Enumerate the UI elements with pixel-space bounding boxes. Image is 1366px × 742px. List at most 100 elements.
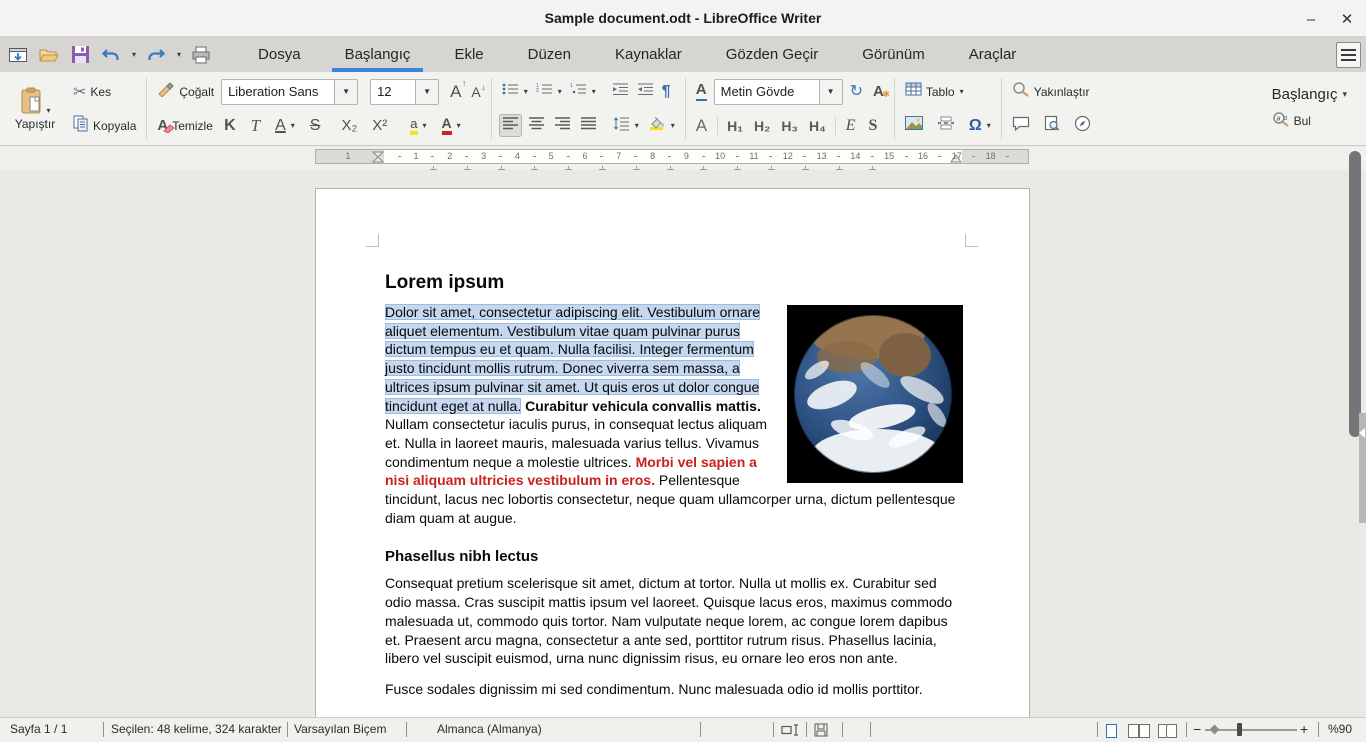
strikethrough-button[interactable]: S xyxy=(307,116,324,136)
word-count-status[interactable]: Seçilen: 48 kelime, 324 karakter xyxy=(111,722,282,736)
multi-page-view-icon[interactable] xyxy=(1128,724,1139,738)
selection-mode-icon[interactable] xyxy=(781,724,801,739)
tab-gözden-geçir[interactable]: Gözden Geçir xyxy=(713,37,832,72)
print-icon[interactable] xyxy=(190,44,212,66)
tab-görünüm[interactable]: Görünüm xyxy=(849,37,938,72)
underline-button[interactable]: A▾ xyxy=(272,116,298,136)
paragraph-style-dropdown-arrow[interactable]: ▼ xyxy=(819,79,843,105)
superscript-button[interactable]: X² xyxy=(369,115,390,136)
zoom-level-status[interactable]: %90 xyxy=(1328,722,1352,736)
page-count-status[interactable]: Sayfa 1 / 1 xyxy=(10,722,67,736)
paragraph-background-button[interactable]: ▾ xyxy=(645,114,678,138)
clear-formatting-button[interactable]: A Temizle xyxy=(154,115,216,136)
subscript-button[interactable]: X₂ xyxy=(338,115,360,136)
cut-button[interactable]: ✂ Kes xyxy=(70,80,114,104)
strong-style-button[interactable]: S xyxy=(866,116,881,136)
undo-dropdown-arrow[interactable]: ▾ xyxy=(132,50,136,59)
zoom-button[interactable]: Yakınlaştır xyxy=(1009,79,1093,104)
paste-button[interactable]: ▾ Yapıştır xyxy=(6,72,64,145)
copy-button[interactable]: Kopyala xyxy=(70,113,139,139)
paragraph-2[interactable]: Consequat pretium scelerisque sit amet, … xyxy=(385,574,963,668)
bullet-list-dropdown-arrow[interactable]: ▾ xyxy=(524,87,528,96)
formatting-marks-button[interactable]: ¶ xyxy=(659,81,674,103)
heading4-style-button[interactable]: H₄ xyxy=(807,118,828,134)
font-size-dropdown-arrow[interactable]: ▼ xyxy=(415,79,439,105)
undo-icon[interactable] xyxy=(100,44,122,66)
tab-kaynaklar[interactable]: Kaynaklar xyxy=(602,37,695,72)
paragraph-1[interactable]: Dolor sit amet, consectetur adipiscing e… xyxy=(385,303,963,527)
bold-run[interactable]: Curabitur vehicula convallis mattis. xyxy=(521,398,761,414)
outline-list-dropdown-arrow[interactable]: ▾ xyxy=(592,87,596,96)
document-page[interactable]: Lorem ipsum xyxy=(315,188,1030,717)
document-content[interactable]: Lorem ipsum xyxy=(385,246,963,711)
horizontal-ruler[interactable]: 1123456789101112131415161718 xyxy=(315,149,1029,164)
paragraph-style-combo[interactable]: Metin Gövde ▼ xyxy=(714,79,843,105)
zoom-out-button[interactable]: − xyxy=(1193,721,1201,737)
document-modified-icon[interactable] xyxy=(814,723,828,740)
update-style-button[interactable]: ↻ xyxy=(847,82,866,102)
clone-formatting-button[interactable]: Çoğalt xyxy=(154,79,217,104)
redo-dropdown-arrow[interactable]: ▾ xyxy=(177,50,181,59)
table-button[interactable]: Tablo ▾ xyxy=(902,80,967,103)
new-style-button[interactable]: A ✱ xyxy=(870,81,887,102)
insert-image-button[interactable] xyxy=(902,114,926,137)
open-icon[interactable] xyxy=(38,44,60,66)
book-view-icon2[interactable] xyxy=(1166,724,1177,738)
table-dropdown-arrow[interactable]: ▾ xyxy=(960,87,964,96)
numbered-list-button[interactable]: 12 ▾ xyxy=(533,80,565,103)
context-selector[interactable]: Başlangıç ▾ xyxy=(1269,84,1350,105)
font-name-combo[interactable]: Liberation Sans ▼ xyxy=(221,79,358,105)
document-canvas[interactable]: Lorem ipsum xyxy=(0,170,1366,717)
paragraph-style-value[interactable]: Metin Gövde xyxy=(714,79,819,105)
numbered-list-dropdown-arrow[interactable]: ▾ xyxy=(558,87,562,96)
heading1-style-button[interactable]: H₁ xyxy=(725,118,745,134)
shrink-font-button[interactable]: A↓ xyxy=(468,83,483,101)
sidebar-show-handle[interactable] xyxy=(1359,413,1366,523)
decrease-indent-button[interactable] xyxy=(634,80,657,103)
outline-list-button[interactable]: 1 ▾ xyxy=(567,80,599,103)
redo-icon[interactable] xyxy=(145,44,167,66)
tab-düzen[interactable]: Düzen xyxy=(515,37,584,72)
close-button[interactable]: ✕ xyxy=(1336,8,1358,30)
menubar-toggle-icon[interactable] xyxy=(1336,42,1361,68)
page-style-status[interactable]: Varsayılan Biçem xyxy=(294,722,386,736)
document-heading1[interactable]: Lorem ipsum xyxy=(385,272,963,294)
document-heading2[interactable]: Phasellus nibh lectus xyxy=(385,547,963,566)
font-color-button[interactable]: A ▾ xyxy=(439,114,464,137)
find-button[interactable]: ad Bul xyxy=(1269,109,1314,134)
special-character-button[interactable]: Ω ▾ xyxy=(966,115,994,137)
default-paragraph-style-button[interactable]: A xyxy=(693,114,710,138)
align-center-button[interactable] xyxy=(525,114,548,137)
paragraph-3[interactable]: Fusce sodales dignissim mi sed condiment… xyxy=(385,680,963,699)
increase-indent-button[interactable] xyxy=(609,80,632,103)
character-style-button[interactable]: A xyxy=(693,80,710,103)
underline-dropdown-arrow[interactable]: ▾ xyxy=(291,121,295,130)
scrollbar-thumb[interactable] xyxy=(1349,151,1361,437)
line-spacing-button[interactable]: ▾ xyxy=(610,114,642,138)
highlight-dropdown-arrow[interactable]: ▾ xyxy=(423,121,427,130)
zoom-slider-handle[interactable] xyxy=(1237,723,1242,736)
indent-marker-left[interactable] xyxy=(372,151,384,163)
navigator-button[interactable] xyxy=(1071,113,1094,139)
emphasis-style-button[interactable]: E xyxy=(843,116,859,136)
tab-araçlar[interactable]: Araçlar xyxy=(956,37,1030,72)
align-left-button[interactable] xyxy=(499,114,522,137)
paragraph-background-dropdown-arrow[interactable]: ▾ xyxy=(671,121,675,130)
page-break-button[interactable] xyxy=(934,114,958,137)
align-right-button[interactable] xyxy=(551,114,574,137)
bullet-list-button[interactable]: ▾ xyxy=(499,80,531,103)
font-size-value[interactable]: 12 xyxy=(370,79,415,105)
single-page-view-icon[interactable] xyxy=(1106,724,1117,738)
line-spacing-dropdown-arrow[interactable]: ▾ xyxy=(635,121,639,130)
save-icon[interactable] xyxy=(69,44,91,66)
grow-font-button[interactable]: A↑ xyxy=(447,81,464,102)
load-url-icon[interactable] xyxy=(7,44,29,66)
italic-button[interactable]: T xyxy=(248,115,263,136)
tab-başlangıç[interactable]: Başlangıç xyxy=(332,37,424,72)
bold-button[interactable]: K xyxy=(221,116,239,136)
align-justify-button[interactable] xyxy=(577,114,600,137)
heading2-style-button[interactable]: H₂ xyxy=(752,118,772,134)
earth-image[interactable] xyxy=(787,305,963,483)
tab-ekle[interactable]: Ekle xyxy=(441,37,496,72)
heading3-style-button[interactable]: H₃ xyxy=(779,118,800,134)
